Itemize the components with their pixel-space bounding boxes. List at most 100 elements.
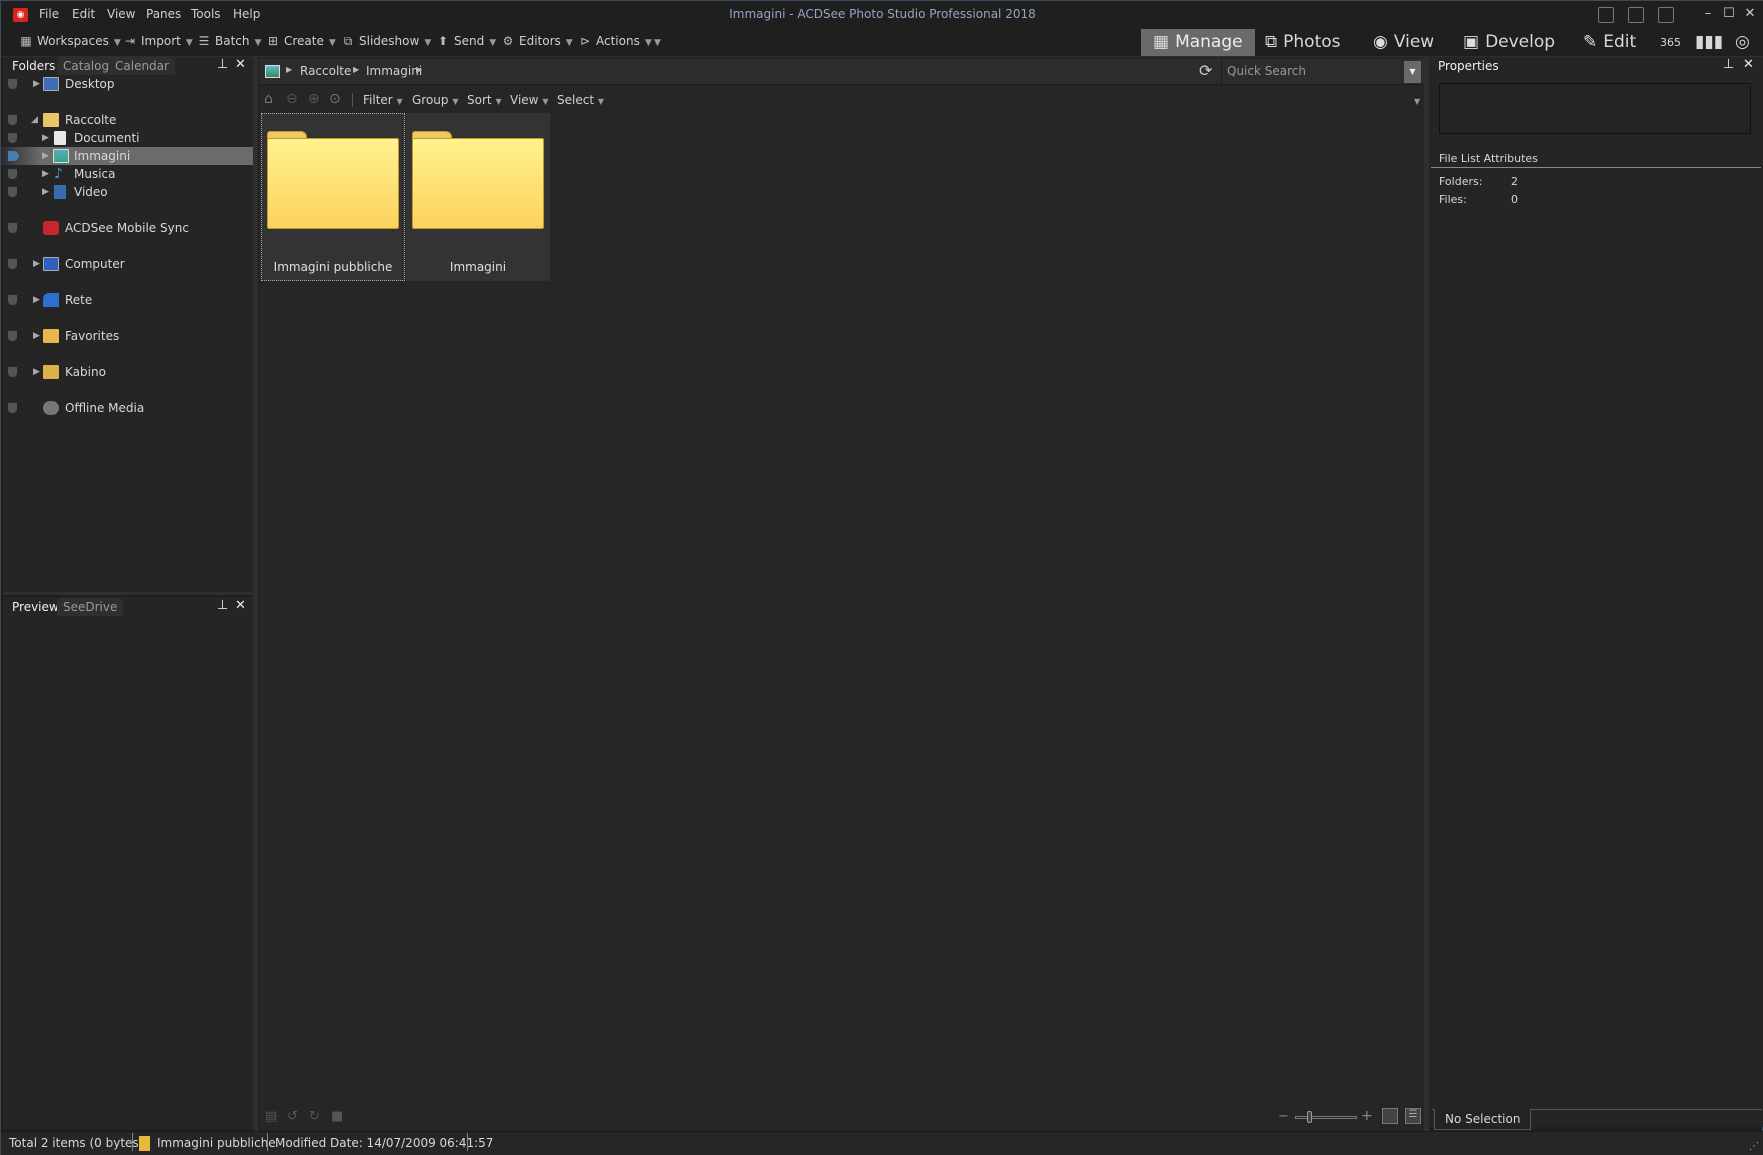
network-icon bbox=[43, 293, 59, 307]
tree-item-acdsee-mobile-sync[interactable]: ACDSee Mobile Sync bbox=[1, 219, 253, 237]
close-pane-icon[interactable]: ✕ bbox=[235, 598, 246, 613]
minimize-button[interactable]: – bbox=[1700, 6, 1716, 22]
actions-button[interactable]: ⊳ Actions ▼ bbox=[578, 34, 652, 48]
view-menu[interactable]: View ▼ bbox=[510, 93, 548, 107]
mode-view[interactable]: ◉ View bbox=[1361, 29, 1446, 56]
left-splitter[interactable] bbox=[253, 57, 258, 1131]
tree-item-documenti[interactable]: ▶ Documenti bbox=[1, 129, 253, 147]
file-tile[interactable]: Immagini bbox=[406, 113, 550, 281]
workspaces-button[interactable]: ▦ Workspaces ▼ bbox=[19, 34, 120, 48]
label-flag-icon[interactable] bbox=[8, 79, 17, 89]
mode-edit[interactable]: ✎ Edit bbox=[1571, 29, 1648, 56]
layout-right-pane-icon[interactable] bbox=[1658, 7, 1674, 23]
menu-tools[interactable]: Tools bbox=[191, 7, 221, 21]
pane-splitter[interactable] bbox=[3, 592, 253, 595]
tree-item-immagini[interactable]: ▶ Immagini bbox=[1, 147, 253, 165]
expand-arrow-icon[interactable]: ▶ bbox=[33, 75, 40, 93]
sort-menu[interactable]: Sort ▼ bbox=[467, 93, 502, 107]
tree-item-kabino[interactable]: ▶ Kabino bbox=[1, 363, 253, 381]
nav-overflow-button[interactable]: ▼ bbox=[1414, 97, 1420, 106]
mode-photos[interactable]: ⧉ Photos bbox=[1253, 29, 1353, 56]
pin-icon[interactable]: ⊥ bbox=[1723, 57, 1734, 72]
refresh-icon[interactable]: ⟳ bbox=[1199, 61, 1212, 80]
tree-item-offline-media[interactable]: Offline Media bbox=[1, 399, 253, 417]
details-view-icon[interactable]: ☰ bbox=[1405, 1108, 1421, 1124]
save-thumbnail-icon[interactable]: ▤ bbox=[265, 1109, 277, 1124]
zoom-out-icon[interactable]: − bbox=[1278, 1109, 1289, 1124]
breadcrumb-immagini[interactable]: Immagini bbox=[366, 64, 422, 78]
breadcrumb-separator-icon[interactable]: ▶ bbox=[353, 65, 359, 74]
file-grid: Immagini pubbliche Immagini bbox=[259, 113, 1424, 1103]
tree-item-raccolte[interactable]: ◢ Raccolte bbox=[1, 111, 253, 129]
tree-item-musica[interactable]: ▶ ♪ Musica bbox=[1, 165, 253, 183]
menu-help[interactable]: Help bbox=[233, 7, 260, 21]
thumbnail-view-icon[interactable] bbox=[1382, 1108, 1398, 1124]
back-icon[interactable]: ⊖ bbox=[286, 91, 298, 107]
slider-thumb[interactable] bbox=[1307, 1111, 1312, 1123]
tree-item-video[interactable]: ▶ Video bbox=[1, 183, 253, 201]
editors-button[interactable]: ⚙ Editors ▼ bbox=[501, 34, 573, 48]
privacy-icon[interactable]: ◎ bbox=[1731, 29, 1754, 56]
tab-seedrive[interactable]: SeeDrive bbox=[57, 598, 124, 616]
dashboard-icon[interactable]: ▮▮▮ bbox=[1691, 29, 1727, 56]
close-pane-icon[interactable]: ✕ bbox=[235, 57, 246, 72]
filter-menu[interactable]: Filter ▼ bbox=[363, 93, 403, 107]
rotate-left-icon[interactable]: ↺ bbox=[287, 1109, 298, 1124]
layout-left-pane-icon[interactable] bbox=[1598, 7, 1614, 23]
tab-preview[interactable]: Preview bbox=[6, 598, 65, 616]
menu-panes[interactable]: Panes bbox=[146, 7, 181, 21]
library-folder-icon bbox=[43, 113, 59, 127]
breadcrumb-raccolte[interactable]: Raccolte bbox=[300, 64, 351, 78]
pin-icon[interactable]: ⊥ bbox=[217, 57, 228, 72]
slideshow-button[interactable]: ⧉ Slideshow ▼ bbox=[341, 34, 432, 49]
tab-properties[interactable]: Properties bbox=[1432, 57, 1505, 75]
batch-button[interactable]: ☰ Batch ▼ bbox=[197, 34, 262, 48]
edit-icon: ✎ bbox=[1583, 32, 1598, 52]
properties-panel bbox=[1429, 57, 1763, 1127]
layout-bottom-pane-icon[interactable] bbox=[1628, 7, 1644, 23]
close-pane-icon[interactable]: ✕ bbox=[1743, 57, 1754, 72]
create-button[interactable]: ⊞ Create ▼ bbox=[266, 34, 336, 48]
menu-view[interactable]: View bbox=[107, 7, 135, 21]
group-menu[interactable]: Group ▼ bbox=[412, 93, 459, 107]
divider bbox=[1431, 167, 1761, 168]
maximize-button[interactable]: ☐ bbox=[1721, 6, 1737, 22]
rotate-right-icon[interactable]: ↻ bbox=[309, 1109, 320, 1124]
compare-icon[interactable]: ■ bbox=[331, 1109, 343, 1124]
tree-item-computer[interactable]: ▶ Computer bbox=[1, 255, 253, 273]
tab-no-selection[interactable]: No Selection bbox=[1434, 1109, 1532, 1130]
menu-file[interactable]: File bbox=[39, 7, 59, 21]
tree-item-favorites[interactable]: ▶ Favorites bbox=[1, 327, 253, 345]
mode-manage[interactable]: ▦ Manage bbox=[1141, 29, 1255, 56]
mobile-sync-icon bbox=[43, 221, 59, 235]
forward-icon[interactable]: ⊕ bbox=[308, 91, 320, 107]
tab-catalog[interactable]: Catalog bbox=[57, 57, 116, 75]
preview-panel bbox=[3, 597, 253, 1129]
zoom-in-icon[interactable]: + bbox=[1361, 1108, 1373, 1124]
import-button[interactable]: ⇥ Import ▼ bbox=[123, 34, 193, 48]
close-button[interactable]: ✕ bbox=[1742, 6, 1758, 22]
quick-search-input[interactable]: Quick Search bbox=[1221, 59, 1406, 84]
mode-develop[interactable]: ▣ Develop bbox=[1451, 29, 1567, 56]
tab-calendar[interactable]: Calendar bbox=[109, 57, 175, 75]
file-tile[interactable]: Immagini pubbliche bbox=[261, 113, 405, 281]
acdsee-camera-icon[interactable]: ◉ bbox=[13, 8, 28, 22]
select-menu[interactable]: Select ▼ bbox=[557, 93, 604, 107]
tree-item-rete[interactable]: ▶ Rete bbox=[1, 291, 253, 309]
send-button[interactable]: ⬆ Send ▼ bbox=[436, 34, 496, 48]
menu-edit[interactable]: Edit bbox=[72, 7, 95, 21]
home-icon[interactable]: ⌂ bbox=[264, 91, 273, 107]
breadcrumb-separator-icon[interactable]: ▶ bbox=[416, 65, 422, 74]
pin-icon[interactable]: ⊥ bbox=[217, 598, 228, 613]
thumbnail-size-slider[interactable] bbox=[1295, 1116, 1357, 1119]
collapse-arrow-icon[interactable]: ◢ bbox=[31, 111, 38, 129]
breadcrumb-separator-icon[interactable]: ▶ bbox=[286, 65, 292, 74]
up-icon[interactable]: ⊙ bbox=[329, 91, 341, 107]
toolbar-overflow-button[interactable]: ▼ bbox=[654, 38, 661, 48]
tree-item-desktop[interactable]: ▶ Desktop bbox=[1, 75, 253, 93]
attr-value-folders: 2 bbox=[1511, 175, 1518, 188]
tab-folders[interactable]: Folders bbox=[6, 57, 62, 75]
search-dropdown-button[interactable]: ▼ bbox=[1404, 61, 1421, 83]
resize-grip-icon[interactable]: ⋰ bbox=[1749, 1141, 1759, 1152]
365-icon[interactable]: 365 bbox=[1656, 29, 1685, 56]
